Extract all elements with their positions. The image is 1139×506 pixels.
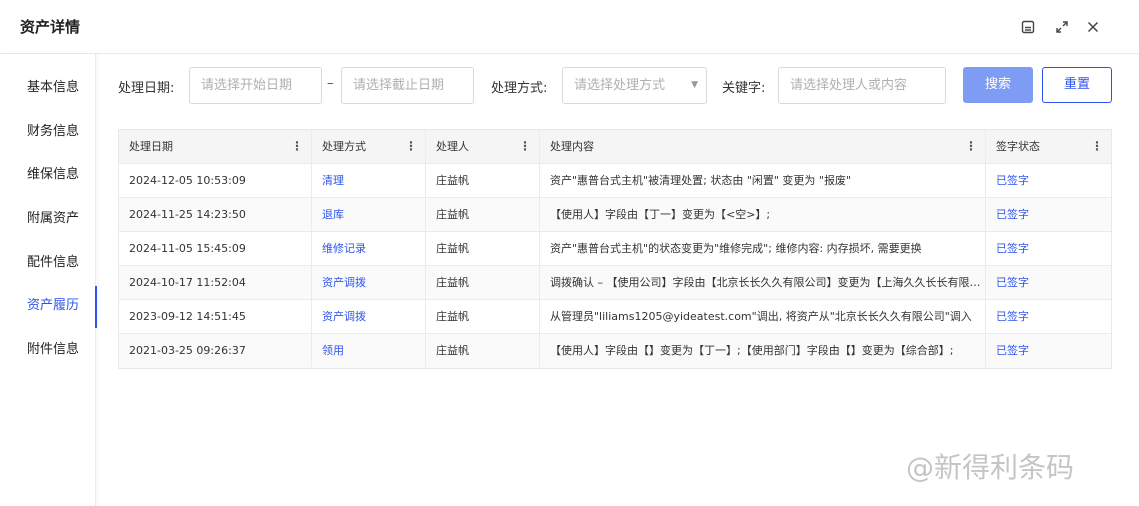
cell-status-link[interactable]: 已签字 [986,334,1111,367]
start-date-input[interactable] [189,67,322,104]
column-header-date[interactable]: 处理日期 ⋮ [119,130,312,163]
cell-status-link[interactable]: 已签字 [986,300,1111,333]
cell-method-link[interactable]: 资产调拨 [312,266,426,299]
cell-status-link[interactable]: 已签字 [986,266,1111,299]
date-filter-label: 处理日期: [118,81,175,96]
search-button[interactable]: 搜索 [963,67,1033,103]
cell-date: 2024-11-05 15:45:09 [119,232,312,265]
sidebar-item-attached-assets[interactable]: 附属资产 [0,199,96,239]
sidebar-item-basic-info[interactable]: 基本信息 [0,68,96,108]
keyword-filter-label: 关键字: [722,81,766,96]
cell-person: 庄益帆 [426,232,540,265]
sidebar-item-parts-info[interactable]: 配件信息 [0,243,96,283]
cell-method-link[interactable]: 领用 [312,334,426,367]
keyword-input[interactable] [778,67,946,104]
sidebar: 基本信息 财务信息 维保信息 附属资产 配件信息 资产履历 附件信息 [0,54,97,506]
cell-date: 2021-03-25 09:26:37 [119,334,312,367]
column-header-label: 处理人 [436,140,469,153]
column-header-status[interactable]: 签字状态 ⋮ [986,130,1111,163]
history-table: 处理日期 ⋮ 处理方式 ⋮ 处理人 ⋮ 处理内容 ⋮ 签字状态 ⋮ 2024-12-05 … [118,129,1112,369]
watermark-text: @新得利条码 [906,451,1075,484]
column-menu-icon[interactable]: ⋮ [519,130,531,163]
cell-person: 庄益帆 [426,300,540,333]
date-range-separator: – [327,76,334,91]
method-select[interactable]: 请选择处理方式 ▼ [562,67,707,104]
table-row[interactable]: 2024-11-05 15:45:09 维修记录 庄益帆 资产"惠普台式主机"的… [119,232,1111,266]
table-row[interactable]: 2024-12-05 10:53:09 清理 庄益帆 资产"惠普台式主机"被清理… [119,164,1111,198]
cell-person: 庄益帆 [426,266,540,299]
column-header-label: 处理日期 [129,140,173,153]
cell-content: 调拨确认 – 【使用公司】字段由【北京长长久久有限公司】变更为【上海久久长长有限… [540,266,986,299]
cell-person: 庄益帆 [426,198,540,231]
cell-method-link[interactable]: 退库 [312,198,426,231]
cell-method-link[interactable]: 资产调拨 [312,300,426,333]
cell-content: 资产"惠普台式主机"的状态变更为"维修完成"; 维修内容: 内存损坏, 需要更换 [540,232,986,265]
table-header-row: 处理日期 ⋮ 处理方式 ⋮ 处理人 ⋮ 处理内容 ⋮ 签字状态 ⋮ [119,130,1111,164]
column-menu-icon[interactable]: ⋮ [291,130,303,163]
minimize-panel-icon[interactable] [1018,17,1038,37]
chevron-down-icon: ▼ [691,80,698,90]
expand-icon[interactable] [1052,17,1072,37]
cell-method-link[interactable]: 清理 [312,164,426,197]
cell-date: 2024-11-25 14:23:50 [119,198,312,231]
sidebar-item-maintenance-info[interactable]: 维保信息 [0,155,96,195]
method-select-placeholder: 请选择处理方式 [574,78,666,93]
sidebar-item-finance-info[interactable]: 财务信息 [0,112,96,152]
window-header: 资产详情 [0,0,1139,54]
column-menu-icon[interactable]: ⋮ [405,130,417,163]
end-date-input[interactable] [341,67,474,104]
reset-button[interactable]: 重置 [1042,67,1112,103]
sidebar-item-attachments[interactable]: 附件信息 [0,330,96,370]
cell-date: 2024-10-17 11:52:04 [119,266,312,299]
cell-date: 2023-09-12 14:51:45 [119,300,312,333]
column-menu-icon[interactable]: ⋮ [1091,130,1103,163]
cell-person: 庄益帆 [426,334,540,367]
column-menu-icon[interactable]: ⋮ [965,130,977,163]
cell-status-link[interactable]: 已签字 [986,164,1111,197]
cell-content: 【使用人】字段由【】变更为【丁一】;【使用部门】字段由【】变更为【综合部】; [540,334,986,367]
cell-status-link[interactable]: 已签字 [986,232,1111,265]
table-row[interactable]: 2021-03-25 09:26:37 领用 庄益帆 【使用人】字段由【】变更为… [119,334,1111,368]
column-header-label: 处理内容 [550,140,594,153]
table-row[interactable]: 2023-09-12 14:51:45 资产调拨 庄益帆 从管理员"liliam… [119,300,1111,334]
cell-method-link[interactable]: 维修记录 [312,232,426,265]
cell-content: 从管理员"liliams1205@yideatest.com"调出, 将资产从"… [540,300,986,333]
column-header-content[interactable]: 处理内容 ⋮ [540,130,986,163]
cell-content: 【使用人】字段由【丁一】变更为【<空>】; [540,198,986,231]
cell-content: 资产"惠普台式主机"被清理处置; 状态由 "闲置" 变更为 "报废" [540,164,986,197]
method-filter-label: 处理方式: [491,81,548,96]
table-row[interactable]: 2024-10-17 11:52:04 资产调拨 庄益帆 调拨确认 – 【使用公… [119,266,1111,300]
window-title: 资产详情 [20,18,81,36]
close-icon[interactable] [1083,17,1103,37]
cell-date: 2024-12-05 10:53:09 [119,164,312,197]
column-header-label: 签字状态 [996,140,1040,153]
column-header-person[interactable]: 处理人 ⋮ [426,130,540,163]
cell-status-link[interactable]: 已签字 [986,198,1111,231]
table-row[interactable]: 2024-11-25 14:23:50 退库 庄益帆 【使用人】字段由【丁一】变… [119,198,1111,232]
cell-person: 庄益帆 [426,164,540,197]
column-header-label: 处理方式 [322,140,366,153]
column-header-method[interactable]: 处理方式 ⋮ [312,130,426,163]
sidebar-item-asset-history[interactable]: 资产履历 [0,286,97,328]
